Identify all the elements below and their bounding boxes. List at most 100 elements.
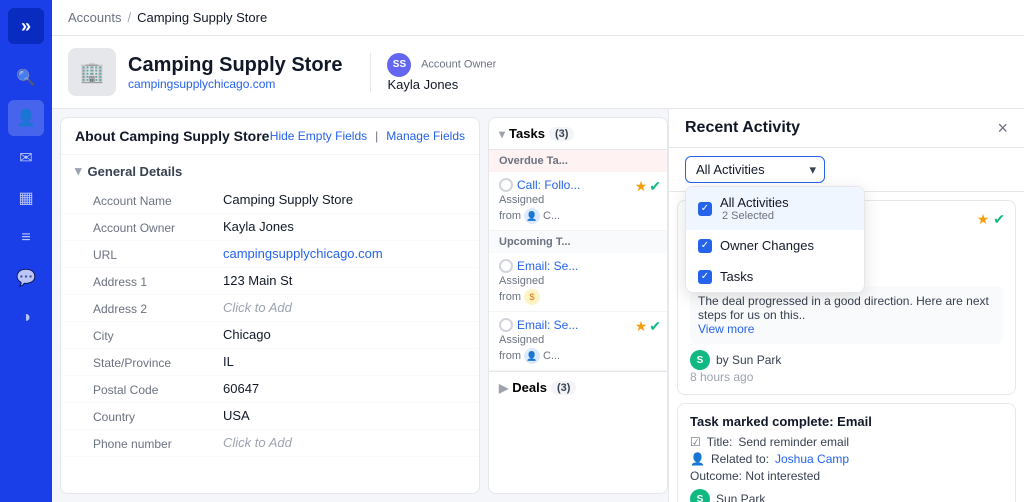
- account-url[interactable]: campingsupplychicago.com: [128, 77, 342, 91]
- task-3-avatar: 👤: [524, 348, 540, 364]
- dropdown-item-owner[interactable]: ✓ Owner Changes: [686, 230, 864, 261]
- sidebar-table-icon[interactable]: ▦: [8, 180, 44, 216]
- hide-empty-fields-link[interactable]: Hide Empty Fields: [270, 129, 367, 143]
- owner-changes-checkbox[interactable]: ✓: [698, 239, 712, 253]
- card-1-footer: S by Sun Park: [690, 350, 1003, 370]
- field-phone: Phone number Click to Add: [61, 430, 479, 457]
- related-link-2[interactable]: Joshua Camp: [775, 452, 849, 466]
- field-value-account-owner[interactable]: Kayla Jones: [223, 219, 465, 235]
- upcoming-text: Upcoming T...: [499, 236, 571, 248]
- field-label-phone: Phone number: [93, 435, 223, 451]
- activity-card-2: Task marked complete: Email ☑ Title: Sen…: [677, 403, 1016, 502]
- sidebar-logo[interactable]: »: [8, 8, 44, 44]
- task-1-assigned: Assigned: [499, 194, 657, 206]
- account-name: Camping Supply Store: [128, 54, 342, 77]
- owner-changes-label: Owner Changes: [720, 238, 814, 253]
- activity-header: Recent Activity ×: [669, 109, 1024, 148]
- about-panel: About Camping Supply Store Hide Empty Fi…: [60, 117, 480, 494]
- selected-count: 2 Selected: [722, 210, 789, 222]
- tasks-checkbox[interactable]: ✓: [698, 270, 712, 284]
- owner-role-label: Account Owner: [421, 58, 496, 70]
- sidebar-user-icon[interactable]: 👤: [8, 100, 44, 136]
- tasks-chevron-icon: ▾: [499, 127, 505, 141]
- task-1-checkbox[interactable]: [499, 178, 513, 192]
- task-icon-2: ☑: [690, 435, 701, 449]
- task-item-3: ★ ✔ Email: Se... Assigned from 👤 C...: [489, 312, 667, 371]
- field-value-city[interactable]: Chicago: [223, 327, 465, 343]
- card-2-footer: S Sun Park: [690, 489, 1003, 502]
- sidebar-email-icon[interactable]: ✉: [8, 140, 44, 176]
- about-title: About Camping Supply Store: [75, 128, 269, 144]
- title-label-2: Title:: [707, 435, 733, 449]
- all-activities-label: All Activities: [720, 195, 789, 210]
- field-label-address1: Address 1: [93, 273, 223, 289]
- field-label-country: Country: [93, 408, 223, 424]
- task-3-checkbox[interactable]: [499, 318, 513, 332]
- field-country: Country USA: [61, 403, 479, 430]
- overdue-text: Overdue Ta...: [499, 155, 568, 167]
- task-2-checkbox[interactable]: [499, 259, 513, 273]
- task-item-1: ★ ✔ Call: Follo... Assigned from 👤 C...: [489, 172, 667, 231]
- overdue-label: Overdue Ta...: [489, 150, 667, 172]
- sidebar-chat-icon[interactable]: 💬: [8, 260, 44, 296]
- field-value-account-name[interactable]: Camping Supply Store: [223, 192, 465, 208]
- filter-dropdown[interactable]: All Activities ▾: [685, 156, 825, 183]
- about-header: About Camping Supply Store Hide Empty Fi…: [61, 118, 479, 155]
- field-value-postal[interactable]: 60647: [223, 381, 465, 397]
- general-details-section[interactable]: ▾ General Details: [61, 155, 479, 187]
- field-label-city: City: [93, 327, 223, 343]
- account-info: Camping Supply Store campingsupplychicag…: [128, 54, 342, 91]
- about-actions: Hide Empty Fields | Manage Fields: [270, 129, 465, 143]
- sidebar-pie-icon[interactable]: ◑: [8, 300, 44, 336]
- view-more-link[interactable]: View more: [698, 322, 754, 336]
- filter-bar: All Activities ▾ ✓ All Activities 2 Sele…: [669, 148, 1024, 192]
- account-avatar: 🏢: [68, 48, 116, 96]
- card-2-author-avatar: S: [690, 489, 710, 502]
- all-activities-checkbox[interactable]: ✓: [698, 202, 712, 216]
- breadcrumb-parent[interactable]: Accounts: [68, 10, 121, 25]
- dropdown-item-all[interactable]: ✓ All Activities 2 Selected: [686, 187, 864, 230]
- account-header: 🏢 Camping Supply Store campingsupplychic…: [52, 36, 1024, 109]
- field-value-url[interactable]: campingsupplychicago.com: [223, 246, 465, 262]
- field-value-address1[interactable]: 123 Main St: [223, 273, 465, 289]
- field-label-account-name: Account Name: [93, 192, 223, 208]
- deals-count: (3): [551, 381, 576, 395]
- card-2-title: Task marked complete: Email: [690, 414, 1003, 429]
- sidebar-search-icon[interactable]: 🔍: [8, 60, 44, 96]
- card-1-note: The deal progressed in a good direction.…: [690, 286, 1003, 344]
- card-2-author: Sun Park: [716, 492, 765, 502]
- dropdown-item-tasks[interactable]: ✓ Tasks: [686, 261, 864, 292]
- upcoming-label: Upcoming T...: [489, 231, 667, 253]
- chevron-down-icon: ▾: [75, 163, 82, 179]
- field-value-phone[interactable]: Click to Add: [223, 435, 465, 451]
- field-url: URL campingsupplychicago.com: [61, 241, 479, 268]
- task-3-assigned: Assigned: [499, 334, 657, 346]
- task-3-from: from 👤 C...: [499, 348, 657, 364]
- task-1-from: from 👤 C...: [499, 208, 657, 224]
- card-2-field-title: ☑ Title: Send reminder email: [690, 435, 1003, 449]
- field-city: City Chicago: [61, 322, 479, 349]
- task-2-title[interactable]: Email: Se...: [517, 259, 578, 273]
- owner-label: SS Account Owner: [387, 53, 496, 77]
- field-value-address2[interactable]: Click to Add: [223, 300, 465, 316]
- owner-badge: SS: [387, 53, 411, 77]
- task-3-title[interactable]: Email: Se...: [517, 318, 578, 332]
- owner-name: Kayla Jones: [387, 77, 496, 92]
- field-value-country[interactable]: USA: [223, 408, 465, 424]
- field-postal: Postal Code 60647: [61, 376, 479, 403]
- field-account-owner: Account Owner Kayla Jones: [61, 214, 479, 241]
- activity-panel: Recent Activity × All Activities ▾ ✓ All…: [668, 109, 1024, 502]
- tasks-panel: ▾ Tasks (3) Overdue Ta... ★ ✔ Call: Foll…: [488, 117, 668, 494]
- manage-fields-link[interactable]: Manage Fields: [386, 129, 465, 143]
- star-icon-card1: ★: [977, 211, 990, 228]
- task-1-title[interactable]: Call: Follo...: [517, 178, 580, 192]
- card-1-author: by Sun Park: [716, 353, 781, 367]
- sidebar-list-icon[interactable]: ≡: [8, 220, 44, 256]
- field-value-state[interactable]: IL: [223, 354, 465, 370]
- star-icon-3: ★: [635, 318, 648, 335]
- field-address2: Address 2 Click to Add: [61, 295, 479, 322]
- close-button[interactable]: ×: [997, 119, 1008, 137]
- task-2-avatar: $: [524, 289, 540, 305]
- tasks-header: ▾ Tasks (3): [489, 118, 667, 150]
- star-icon-1: ★: [635, 178, 648, 195]
